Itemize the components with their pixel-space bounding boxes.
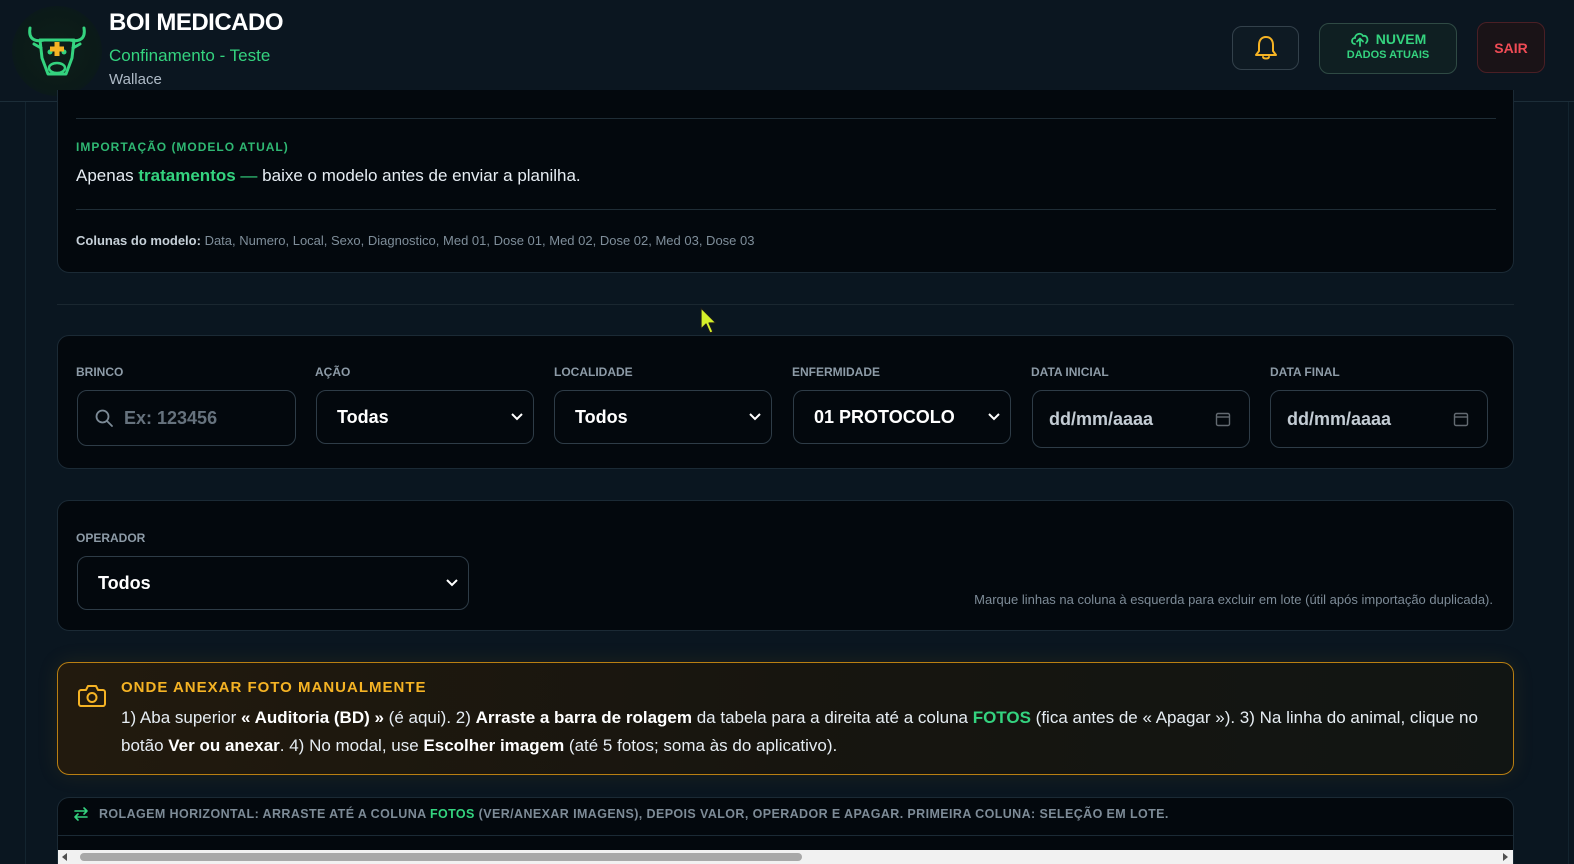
data-inicial-label: DATA INICIAL xyxy=(1031,365,1109,379)
notice-text: . 4) No modal, use xyxy=(279,736,424,755)
data-final-input[interactable]: dd/mm/aaaa xyxy=(1270,390,1488,448)
model-columns-label: Colunas do modelo: xyxy=(76,233,201,248)
user-name: Wallace xyxy=(109,71,162,88)
photo-notice-body: 1) Aba superior « Auditoria (BD) » (é aq… xyxy=(121,704,1481,760)
import-text-dash: — xyxy=(235,166,263,185)
notice-text: 1) Aba superior xyxy=(121,708,242,727)
scroll-hint-text: ROLAGEM HORIZONTAL: ARRASTE ATÉ A COLUNA xyxy=(99,807,430,821)
enfermidade-selected-value: 01 PROTOCOLO xyxy=(814,406,955,427)
notice-text: (até 5 fotos; soma às do aplicativo). xyxy=(564,736,838,755)
chevron-down-icon xyxy=(988,413,1000,421)
notice-bold: « Auditoria (BD) » xyxy=(241,708,384,727)
import-text-highlight: tratamentos xyxy=(138,166,236,185)
calendar-icon[interactable] xyxy=(1453,411,1469,427)
data-final-value: dd/mm/aaaa xyxy=(1287,408,1392,429)
bull-logo-icon xyxy=(12,6,102,96)
cloud-upload-icon xyxy=(1350,32,1369,47)
operador-select[interactable]: Todos xyxy=(77,556,469,610)
notice-bold: Arraste a barra de rolagem xyxy=(475,708,692,727)
operador-label: OPERADOR xyxy=(76,531,146,545)
scroll-hint-text: (VER/ANEXAR IMAGENS), DEPOIS VALOR, OPER… xyxy=(474,807,1169,821)
batch-delete-hint: Marque linhas na coluna à esquerda para … xyxy=(974,592,1493,607)
table-header-border xyxy=(57,835,1514,836)
section-separator xyxy=(57,304,1514,305)
brinco-search-input[interactable]: Ex: 123456 xyxy=(77,390,296,446)
scroll-right-arrow-icon[interactable] xyxy=(1503,853,1508,861)
right-rail xyxy=(1568,102,1569,864)
divider xyxy=(76,209,1496,210)
acao-label: AÇÃO xyxy=(315,365,351,379)
notice-bold: Ver ou anexar xyxy=(168,736,280,755)
localidade-label: LOCALIDADE xyxy=(554,365,633,379)
localidade-selected-value: Todos xyxy=(575,406,628,427)
brinco-label: BRINCO xyxy=(76,365,124,379)
camera-icon xyxy=(78,685,106,707)
model-columns: Colunas do modelo: Data, Numero, Local, … xyxy=(76,233,754,248)
enfermidade-label: ENFERMIDADE xyxy=(792,365,881,379)
enfermidade-select[interactable]: 01 PROTOCOLO xyxy=(793,390,1011,444)
data-inicial-input[interactable]: dd/mm/aaaa xyxy=(1032,390,1250,448)
cloud-button-label: NUVEM xyxy=(1375,31,1427,47)
notifications-button[interactable] xyxy=(1232,26,1299,70)
chevron-down-icon xyxy=(749,413,761,421)
left-rail xyxy=(25,102,26,864)
divider xyxy=(76,118,1496,119)
localidade-select[interactable]: Todos xyxy=(554,390,772,444)
app-header: BOI MEDICADO Confinamento - Teste Wallac… xyxy=(0,0,1574,102)
search-icon xyxy=(95,409,113,427)
acao-selected-value: Todas xyxy=(337,406,389,427)
import-description: Apenas tratamentos — baixe o modelo ante… xyxy=(76,166,581,186)
notice-text: (é aqui). 2) xyxy=(383,708,476,727)
operador-selected-value: Todos xyxy=(98,572,151,593)
cloud-button-sublabel: DADOS ATUAIS xyxy=(1346,49,1430,61)
scroll-hint-highlight: FOTOS xyxy=(429,807,475,821)
app: BOI MEDICADO Confinamento - Teste Wallac… xyxy=(0,0,1574,864)
import-text-prefix: Apenas xyxy=(76,166,139,185)
import-section-label: IMPORTAÇÃO (MODELO ATUAL) xyxy=(76,140,289,154)
notice-bold: Escolher imagem xyxy=(423,736,565,755)
app-title: BOI MEDICADO xyxy=(109,9,284,36)
import-text-suffix: baixe o modelo antes de enviar a planilh… xyxy=(262,166,581,185)
horizontal-scroll-hint: ROLAGEM HORIZONTAL: ARRASTE ATÉ A COLUNA… xyxy=(99,807,1169,821)
arrows-horizontal-icon xyxy=(74,807,88,821)
chevron-down-icon xyxy=(511,413,523,421)
data-inicial-value: dd/mm/aaaa xyxy=(1049,408,1154,429)
app-subtitle: Confinamento - Teste xyxy=(109,46,271,65)
notice-highlight: FOTOS xyxy=(972,708,1031,727)
bell-icon xyxy=(1254,36,1277,60)
acao-select[interactable]: Todas xyxy=(316,390,534,444)
logout-button[interactable]: SAIR xyxy=(1477,22,1545,73)
scrollbar-thumb[interactable] xyxy=(80,853,802,861)
calendar-icon[interactable] xyxy=(1215,411,1231,427)
mouse-cursor-icon xyxy=(700,307,717,334)
scroll-left-arrow-icon[interactable] xyxy=(62,853,67,861)
photo-notice-title: ONDE ANEXAR FOTO MANUALMENTE xyxy=(121,679,427,696)
brinco-placeholder: Ex: 123456 xyxy=(124,407,218,428)
cloud-sync-button[interactable]: NUVEM DADOS ATUAIS xyxy=(1319,23,1457,74)
chevron-down-icon xyxy=(446,579,458,587)
notice-text: da tabela para a direita até a coluna xyxy=(692,708,973,727)
model-columns-value: Data, Numero, Local, Sexo, Diagnostico, … xyxy=(200,233,755,248)
data-final-label: DATA FINAL xyxy=(1270,365,1340,379)
